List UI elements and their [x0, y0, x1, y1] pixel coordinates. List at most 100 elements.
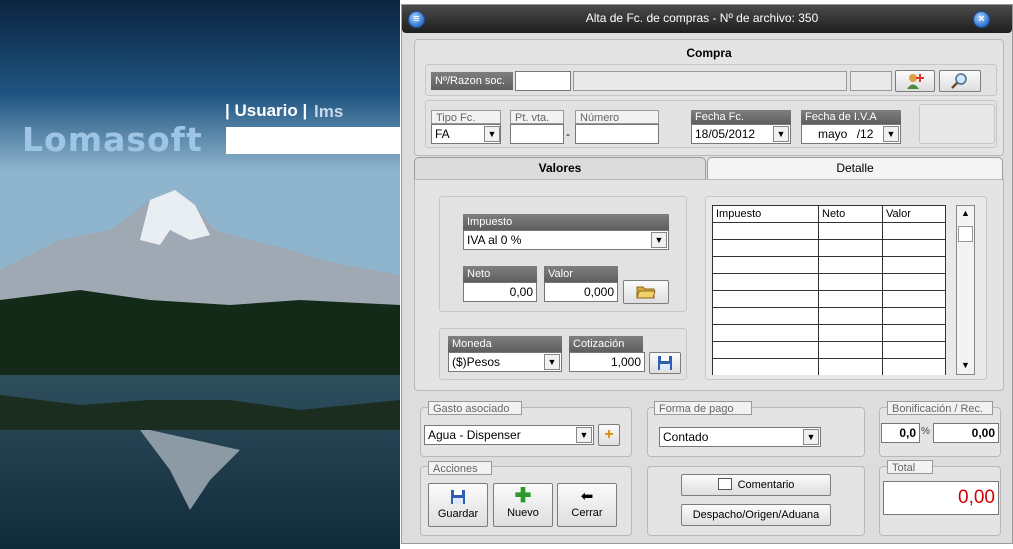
valor-input[interactable]: 0,000 — [544, 282, 618, 302]
table-cell[interactable] — [712, 239, 819, 257]
close-icon[interactable]: × — [973, 11, 990, 28]
table-cell[interactable] — [882, 324, 946, 342]
save-cotizacion-button[interactable] — [649, 352, 681, 374]
table-cell[interactable] — [712, 256, 819, 274]
comentario-label: Comentario — [737, 479, 795, 491]
chevron-down-icon[interactable]: ▼ — [651, 232, 667, 248]
chevron-down-icon[interactable]: ▼ — [544, 354, 560, 370]
table-row[interactable] — [712, 273, 946, 291]
grid-header-valor[interactable]: Valor — [882, 205, 946, 223]
gasto-select[interactable]: Agua - Dispenser — [424, 425, 594, 445]
forma-pago-label: Forma de pago — [654, 401, 752, 415]
table-cell[interactable] — [818, 273, 883, 291]
impuesto-value: IVA al 0 % — [467, 233, 522, 247]
table-cell[interactable] — [818, 239, 883, 257]
chevron-down-icon[interactable]: ▼ — [484, 126, 500, 142]
user-value: lms — [314, 102, 344, 121]
table-row[interactable] — [712, 341, 946, 359]
table-cell[interactable] — [712, 290, 819, 308]
guardar-label: Guardar — [437, 508, 479, 520]
fecha-iva-month: mayo — [818, 127, 848, 141]
chevron-down-icon[interactable]: ▼ — [576, 427, 592, 443]
numero-input[interactable] — [575, 124, 659, 144]
compra-panel: Compra Nº/Razon soc. Tipo Fc. FA ▼ Pt. v… — [414, 39, 1004, 156]
table-cell[interactable] — [712, 324, 819, 342]
table-row[interactable] — [712, 222, 946, 240]
razon-social-name-field — [573, 71, 847, 91]
table-cell[interactable] — [882, 290, 946, 308]
bonificacion-percent-input[interactable]: 0,0 — [881, 423, 920, 443]
calendar-dropdown-icon[interactable]: ▼ — [773, 126, 789, 142]
bonificacion-amount-input[interactable]: 0,00 — [933, 423, 999, 443]
save-icon — [451, 490, 465, 504]
tab-detalle[interactable]: Detalle — [707, 157, 1003, 179]
tab-valores[interactable]: Valores — [414, 157, 706, 181]
folder-icon — [636, 286, 656, 299]
table-row[interactable] — [712, 324, 946, 342]
title-bar[interactable]: ≡ Alta de Fc. de compras - Nº de archivo… — [402, 5, 1012, 33]
login-input[interactable] — [226, 127, 401, 154]
table-cell[interactable] — [882, 358, 946, 375]
table-cell[interactable] — [818, 358, 883, 375]
user-label: | Usuario | — [225, 101, 308, 120]
table-cell[interactable] — [882, 256, 946, 274]
compra-title: Compra — [686, 46, 732, 60]
table-cell[interactable] — [818, 341, 883, 359]
table-row[interactable] — [712, 290, 946, 308]
razon-social-code-input[interactable] — [515, 71, 571, 91]
pt-vta-input[interactable] — [510, 124, 564, 144]
neto-input[interactable]: 0,00 — [463, 282, 537, 302]
add-gasto-button[interactable]: + — [598, 424, 620, 446]
chevron-down-icon[interactable]: ▼ — [803, 429, 819, 445]
fecha-iva-label: Fecha de I.V.A — [801, 110, 901, 124]
table-row[interactable] — [712, 358, 946, 375]
cerrar-button[interactable]: ⬅ Cerrar — [557, 483, 617, 527]
table-cell[interactable] — [712, 341, 819, 359]
nuevo-button[interactable]: ✚ Nuevo — [493, 483, 553, 527]
grid-scrollbar[interactable]: ▲ ▼ — [956, 205, 975, 375]
table-cell[interactable] — [818, 256, 883, 274]
table-cell[interactable] — [882, 222, 946, 240]
comentario-button[interactable]: Comentario — [681, 474, 831, 496]
guardar-button[interactable]: Guardar — [428, 483, 488, 527]
moneda-value: ($)Pesos — [452, 355, 501, 369]
table-cell[interactable] — [882, 341, 946, 359]
table-cell[interactable] — [712, 222, 819, 240]
despacho-button[interactable]: Despacho/Origen/Aduana — [681, 504, 831, 526]
table-cell[interactable] — [712, 273, 819, 291]
forma-pago-select[interactable]: Contado — [659, 427, 821, 447]
table-row[interactable] — [712, 307, 946, 325]
impuesto-label: Impuesto — [463, 214, 669, 230]
table-cell[interactable] — [882, 239, 946, 257]
table-cell[interactable] — [818, 290, 883, 308]
table-cell[interactable] — [712, 358, 819, 375]
table-row[interactable] — [712, 239, 946, 257]
table-cell[interactable] — [712, 307, 819, 325]
impuesto-select[interactable]: IVA al 0 % — [463, 230, 669, 250]
grid-header-impuesto[interactable]: Impuesto — [712, 205, 819, 223]
table-row[interactable] — [712, 256, 946, 274]
gasto-label: Gasto asociado — [428, 401, 522, 415]
scroll-up-arrow-icon[interactable]: ▲ — [957, 208, 974, 218]
table-cell[interactable] — [882, 307, 946, 325]
grid-header-neto[interactable]: Neto — [818, 205, 883, 223]
fecha-fc-label: Fecha Fc. — [691, 110, 791, 124]
add-provider-button[interactable] — [895, 70, 935, 92]
chevron-down-icon[interactable]: ▼ — [883, 126, 899, 142]
table-cell[interactable] — [818, 222, 883, 240]
cotizacion-input[interactable]: 1,000 — [569, 352, 645, 372]
scroll-thumb[interactable] — [958, 226, 973, 242]
cerrar-label: Cerrar — [571, 507, 603, 519]
razon-social-label: Nº/Razon soc. — [431, 72, 513, 90]
factura-extra-box — [919, 104, 995, 144]
open-folder-button[interactable] — [623, 280, 669, 304]
table-cell[interactable] — [818, 324, 883, 342]
gasto-value: Agua - Dispenser — [428, 428, 521, 442]
moneda-label: Moneda — [448, 336, 562, 352]
exit-arrow-icon: ⬅ — [580, 488, 594, 505]
background-landscape — [0, 0, 400, 549]
scroll-down-arrow-icon[interactable]: ▼ — [957, 360, 974, 370]
search-provider-button[interactable] — [939, 70, 981, 92]
table-cell[interactable] — [882, 273, 946, 291]
table-cell[interactable] — [818, 307, 883, 325]
